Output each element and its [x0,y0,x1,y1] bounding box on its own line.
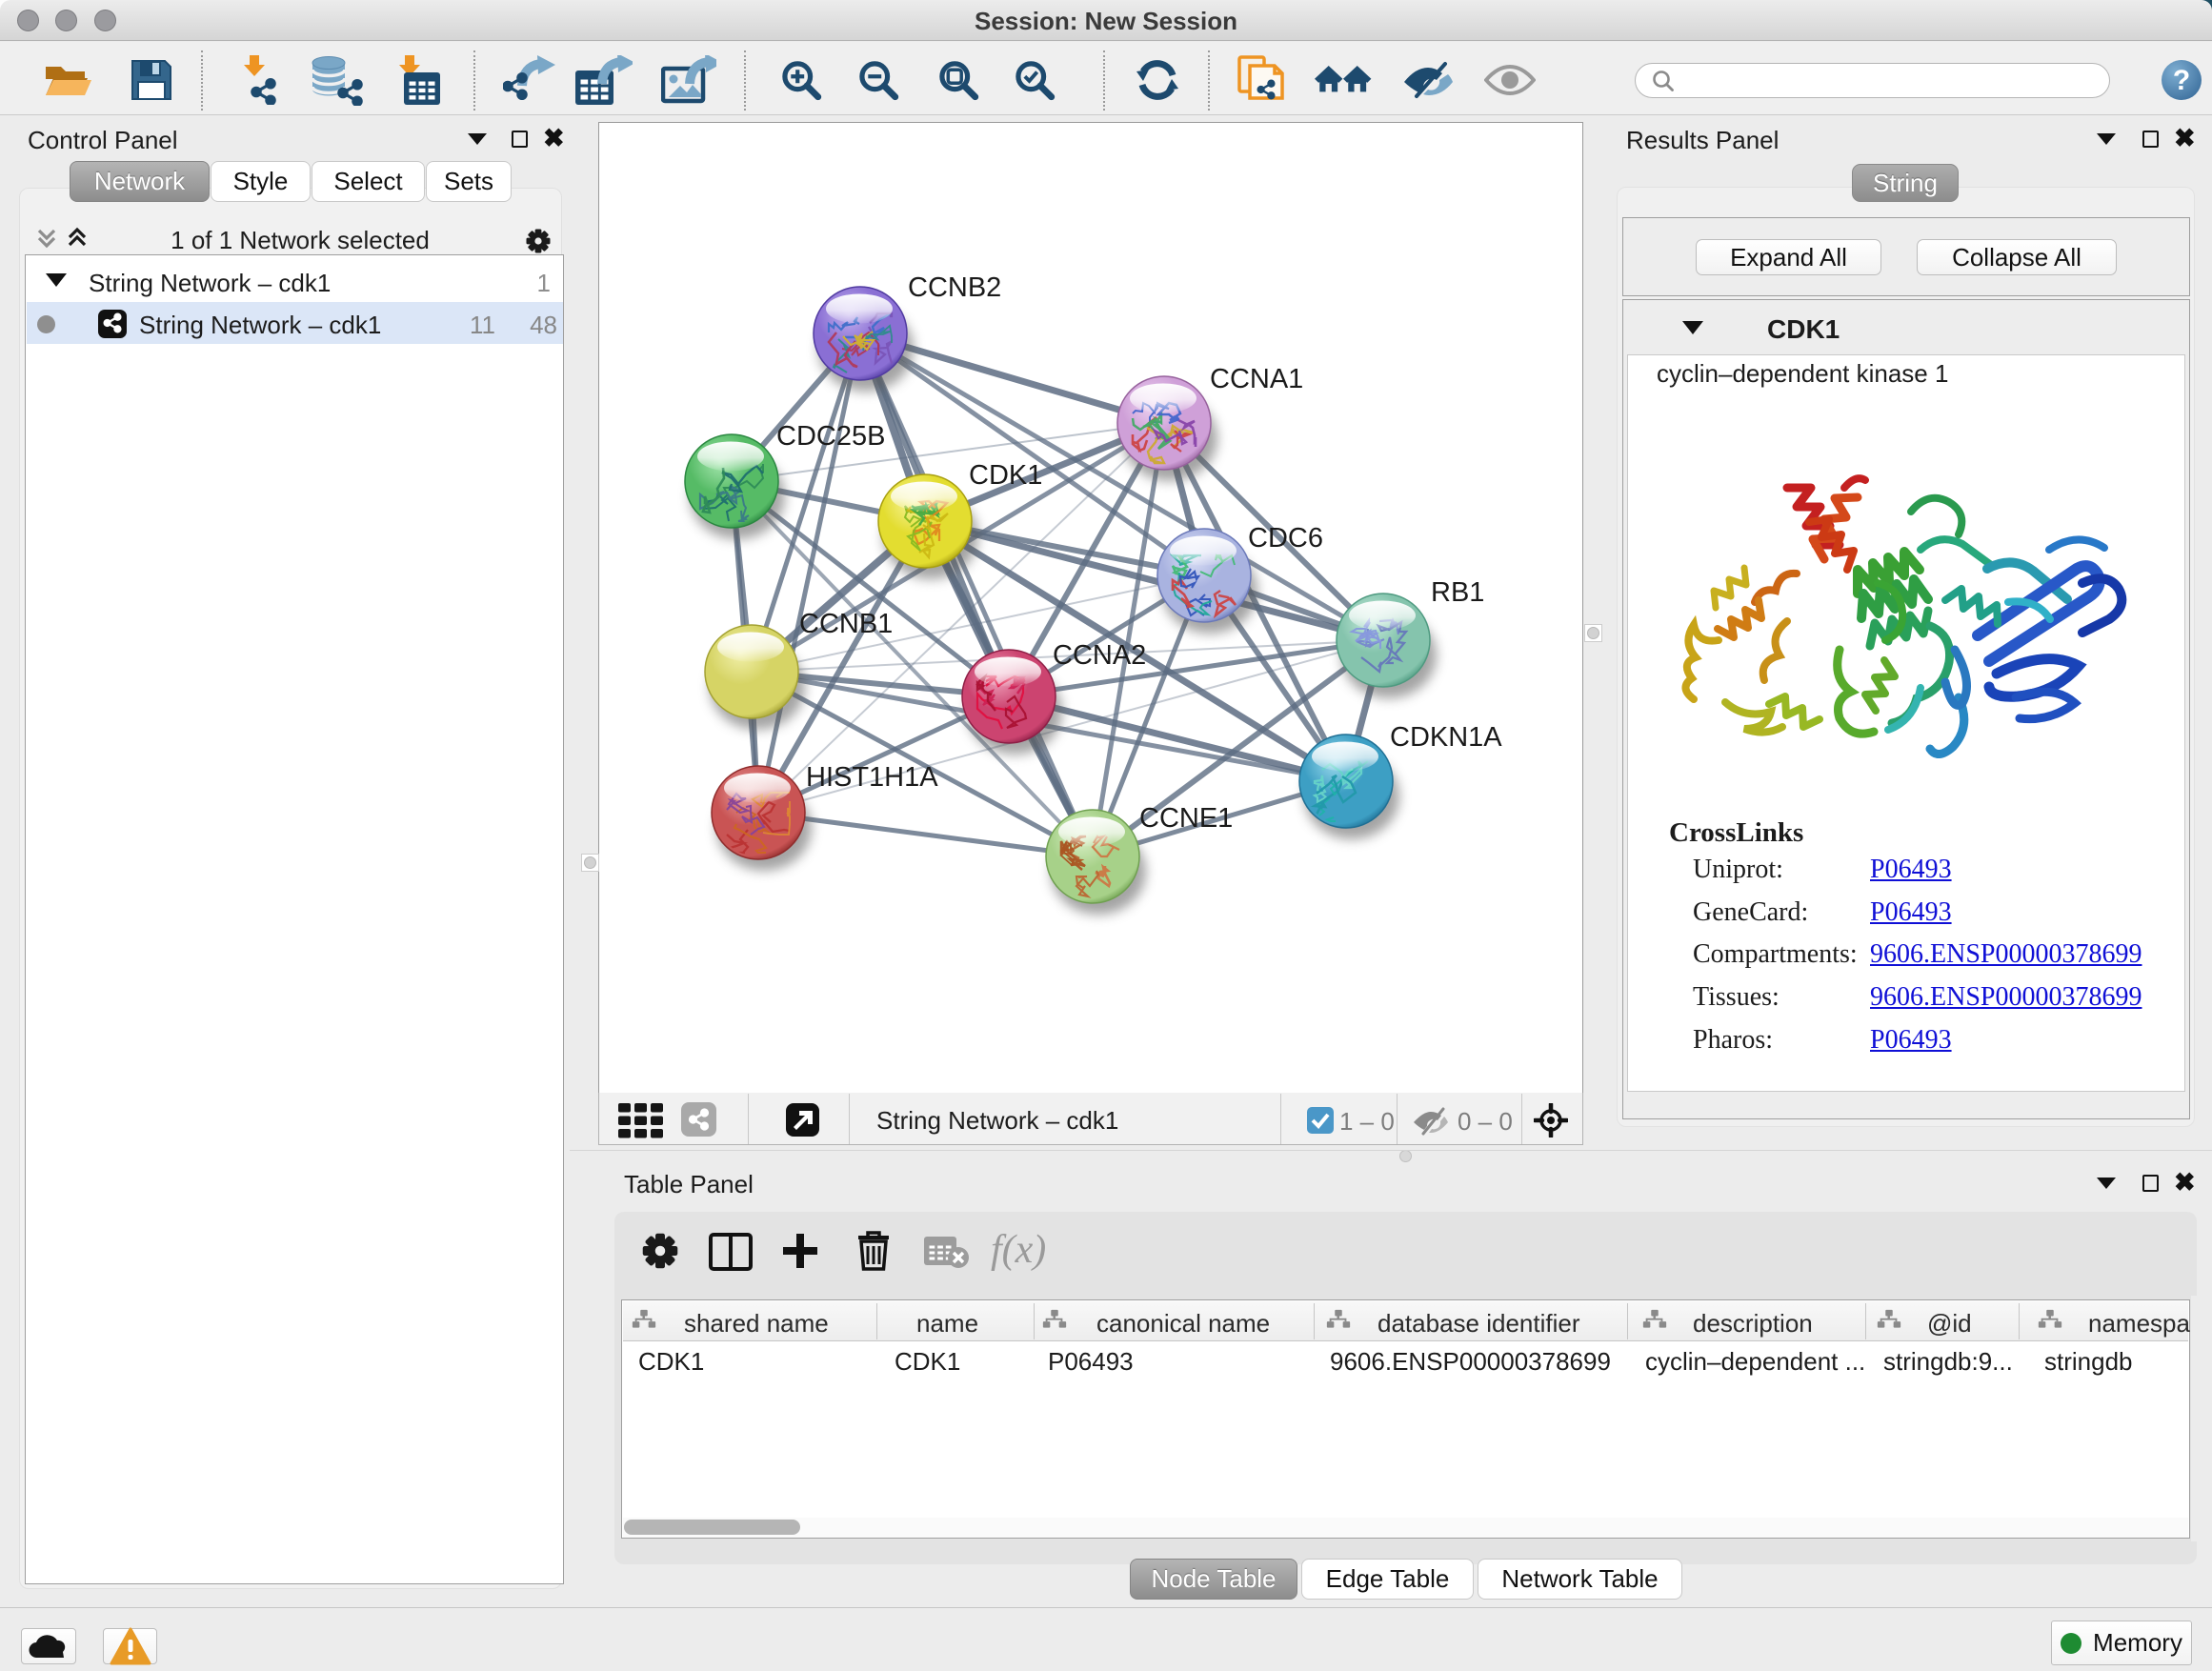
svg-text:CCNA2: CCNA2 [1053,640,1146,671]
svg-text:CDC6: CDC6 [1248,523,1323,554]
svg-text:CCNB1: CCNB1 [799,609,893,639]
svg-text:CCNE1: CCNE1 [1139,803,1233,834]
svg-text:CDKN1A: CDKN1A [1390,722,1502,753]
svg-text:CCNB2: CCNB2 [908,272,1001,303]
svg-text:CDC25B: CDC25B [776,421,885,452]
svg-text:RB1: RB1 [1431,577,1484,608]
svg-text:CDK1: CDK1 [969,460,1042,491]
svg-text:CCNA1: CCNA1 [1210,364,1303,394]
svg-text:?: ? [2173,65,2190,96]
svg-text:HIST1H1A: HIST1H1A [806,762,938,793]
